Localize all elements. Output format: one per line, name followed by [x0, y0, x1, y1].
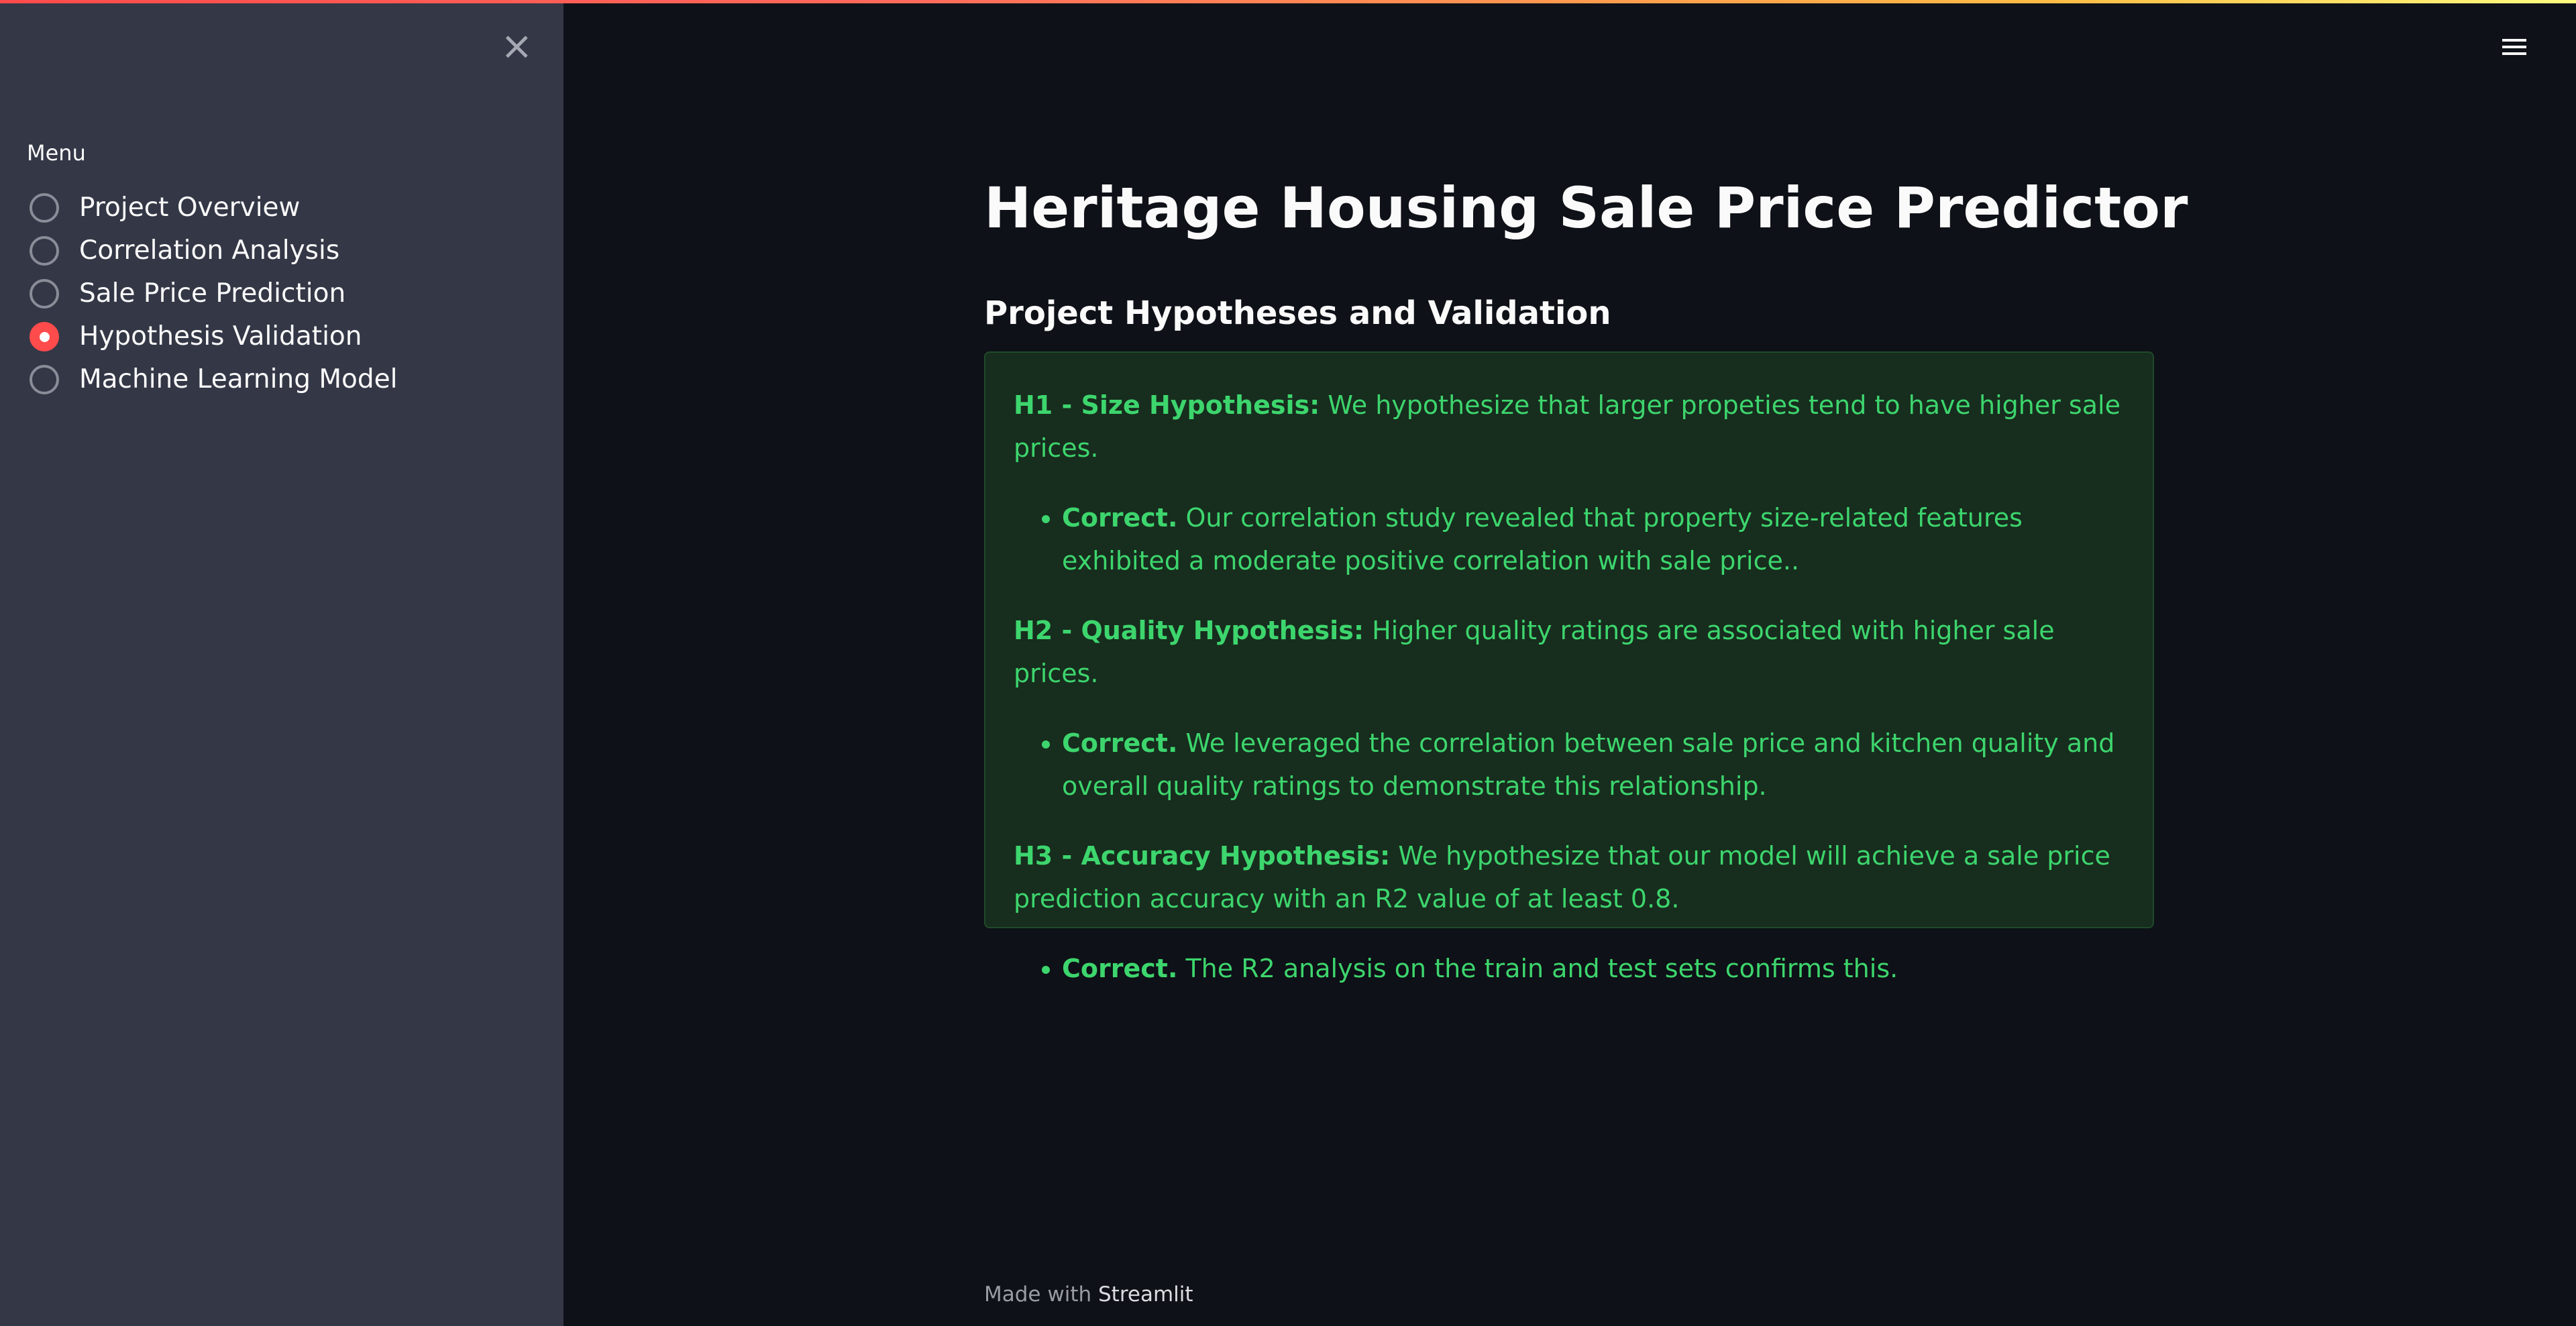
hypothesis-3: H3 - Accuracy Hypothesis: We hypothesize… — [1014, 834, 2126, 920]
radio-dot — [39, 331, 50, 342]
hypothesis-heading: H2 - Quality Hypothesis: — [1014, 616, 1364, 645]
menu-item-label: Machine Learning Model — [79, 364, 398, 394]
result-text: Our correlation study revealed that prop… — [1062, 503, 2023, 575]
hypothesis-2: H2 - Quality Hypothesis: Higher quality … — [1014, 609, 2126, 695]
hypothesis-heading: H3 - Accuracy Hypothesis: — [1014, 841, 1391, 871]
menu-item-label: Project Overview — [79, 192, 301, 223]
radio-unselected-icon[interactable] — [30, 193, 59, 223]
menu-item-project-overview[interactable]: Project Overview — [30, 186, 397, 229]
menu-label: Menu — [27, 140, 86, 166]
radio-selected-icon[interactable] — [30, 322, 59, 351]
result-label: Correct. — [1062, 954, 1178, 983]
radio-unselected-icon[interactable] — [30, 279, 59, 309]
close-x-icon: × — [500, 23, 533, 68]
sidebar: × Menu Project Overview Correlation Anal… — [0, 0, 564, 1326]
main-menu-button[interactable] — [2500, 35, 2529, 62]
menu-item-machine-learning-model[interactable]: Machine Learning Model — [30, 358, 397, 401]
menu-item-correlation-analysis[interactable]: Correlation Analysis — [30, 229, 397, 272]
hypothesis-1-result-list: Correct. Our correlation study revealed … — [1014, 496, 2126, 582]
hypothesis-result: Correct. Our correlation study revealed … — [1062, 496, 2126, 582]
radio-unselected-icon[interactable] — [30, 365, 59, 394]
hypothesis-heading: H1 - Size Hypothesis: — [1014, 390, 1320, 420]
menu-radio-group: Project Overview Correlation Analysis Sa… — [30, 186, 397, 401]
result-label: Correct. — [1062, 728, 1178, 758]
top-decoration-bar — [0, 0, 2576, 3]
hypotheses-success-box: H1 - Size Hypothesis: We hypothesize tha… — [984, 351, 2154, 983]
section-subheader: Project Hypotheses and Validation — [984, 294, 1611, 332]
hamburger-menu-icon — [2500, 39, 2529, 55]
menu-item-label: Hypothesis Validation — [79, 321, 362, 351]
result-label: Correct. — [1062, 503, 1178, 533]
result-text: We leveraged the correlation between sal… — [1062, 728, 2115, 801]
footer: Made with Streamlit — [984, 1281, 1193, 1308]
menu-item-label: Sale Price Prediction — [79, 278, 346, 309]
footer-prefix: Made with — [984, 1282, 1098, 1307]
menu-item-sale-price-prediction[interactable]: Sale Price Prediction — [30, 272, 397, 315]
hypothesis-result: Correct. The R2 analysis on the train an… — [1062, 947, 2126, 990]
radio-unselected-icon[interactable] — [30, 236, 59, 266]
page-title: Heritage Housing Sale Price Predictor — [984, 175, 2188, 241]
close-sidebar-button[interactable]: × — [500, 26, 533, 65]
hypothesis-3-result-list: Correct. The R2 analysis on the train an… — [1014, 947, 2126, 990]
menu-item-label: Correlation Analysis — [79, 235, 340, 266]
hypothesis-1: H1 - Size Hypothesis: We hypothesize tha… — [1014, 384, 2126, 469]
menu-item-hypothesis-validation[interactable]: Hypothesis Validation — [30, 315, 397, 358]
result-text: The R2 analysis on the train and test se… — [1177, 954, 1898, 983]
hypothesis-result: Correct. We leveraged the correlation be… — [1062, 722, 2126, 808]
streamlit-link[interactable]: Streamlit — [1098, 1282, 1193, 1307]
hypothesis-2-result-list: Correct. We leveraged the correlation be… — [1014, 722, 2126, 808]
